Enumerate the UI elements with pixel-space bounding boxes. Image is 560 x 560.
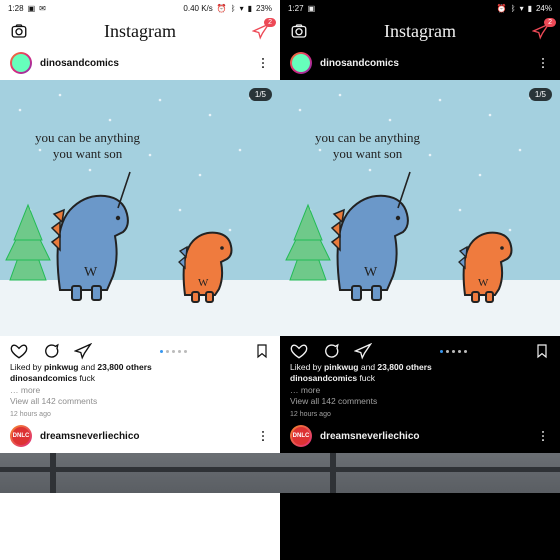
post-age: 12 hours ago bbox=[10, 410, 270, 419]
post-header[interactable]: dinosandcomics bbox=[280, 46, 560, 80]
next-post-header[interactable]: DNLC dreamsneverliechico bbox=[280, 419, 560, 453]
alarm-icon: ⏰ bbox=[217, 4, 227, 13]
save-button[interactable] bbox=[254, 342, 270, 360]
bluetooth-icon: ᛒ bbox=[511, 4, 516, 13]
status-mail-icon: ✉ bbox=[39, 4, 46, 13]
status-bar: 1:28 ▣ ✉ 0.40 K/s ⏰ ᛒ ▾ ▮ 23% bbox=[0, 0, 280, 16]
post-meta: Liked by pinkwug and 23,800 others dinos… bbox=[0, 362, 280, 419]
like-button[interactable] bbox=[10, 342, 28, 360]
post-header[interactable]: dinosandcomics bbox=[0, 46, 280, 80]
battery-pct: 24% bbox=[536, 4, 552, 13]
svg-text:W: W bbox=[364, 265, 378, 280]
status-notif-icon: ▣ bbox=[308, 4, 316, 13]
more-link[interactable]: … more bbox=[10, 385, 270, 396]
post-more-icon[interactable] bbox=[536, 56, 550, 70]
svg-text:W: W bbox=[198, 277, 209, 289]
carousel-counter: 1/5 bbox=[529, 88, 552, 101]
status-notif-icon: ▣ bbox=[28, 4, 36, 13]
author-avatar[interactable] bbox=[10, 52, 32, 74]
likes-line[interactable]: Liked by pinkwug and 23,800 others bbox=[10, 362, 270, 373]
alarm-icon: ⏰ bbox=[497, 4, 507, 13]
camera-icon[interactable] bbox=[290, 22, 308, 40]
brand-logo[interactable]: Instagram bbox=[104, 21, 176, 42]
comic-text: you can be anythingyou want son bbox=[315, 130, 420, 161]
author-username[interactable]: dinosandcomics bbox=[320, 58, 528, 69]
view-comments-link[interactable]: View all 142 comments bbox=[290, 396, 550, 407]
like-button[interactable] bbox=[290, 342, 308, 360]
carousel-dots[interactable] bbox=[440, 350, 467, 353]
comic-text: you can be anythingyou want son bbox=[35, 130, 140, 161]
comment-button[interactable] bbox=[322, 342, 340, 360]
next-author-avatar[interactable]: DNLC bbox=[290, 425, 312, 447]
top-bar: Instagram 2 bbox=[280, 16, 560, 46]
status-time: 1:27 bbox=[288, 4, 304, 13]
next-post-more-icon[interactable] bbox=[536, 429, 550, 443]
share-button[interactable] bbox=[354, 342, 372, 360]
brand-logo[interactable]: Instagram bbox=[384, 21, 456, 42]
next-post-media-peek[interactable] bbox=[0, 453, 280, 493]
more-link[interactable]: … more bbox=[290, 385, 550, 396]
next-post-more-icon[interactable] bbox=[256, 429, 270, 443]
wifi-icon: ▾ bbox=[520, 4, 524, 13]
svg-text:W: W bbox=[84, 265, 98, 280]
carousel-counter: 1/5 bbox=[249, 88, 272, 101]
caption-line[interactable]: dinosandcomics fuck bbox=[290, 373, 550, 384]
next-post-header[interactable]: DNLC dreamsneverliechico bbox=[0, 419, 280, 453]
camera-icon[interactable] bbox=[10, 22, 28, 40]
next-post-media-peek[interactable] bbox=[280, 453, 560, 493]
caption-line[interactable]: dinosandcomics fuck bbox=[10, 373, 270, 384]
post-age: 12 hours ago bbox=[290, 410, 550, 419]
signal-icon: ▮ bbox=[528, 4, 532, 13]
wifi-icon: ▾ bbox=[240, 4, 244, 13]
dm-button[interactable]: 2 bbox=[532, 22, 550, 40]
next-author-username[interactable]: dreamsneverliechico bbox=[40, 431, 248, 442]
view-comments-link[interactable]: View all 142 comments bbox=[10, 396, 270, 407]
top-bar: Instagram 2 bbox=[0, 16, 280, 46]
dm-button[interactable]: 2 bbox=[252, 22, 270, 40]
status-time: 1:28 bbox=[8, 4, 24, 13]
status-bar: 1:27 ▣ ⏰ ᛒ ▾ ▮ 24% bbox=[280, 0, 560, 16]
battery-pct: 23% bbox=[256, 4, 272, 13]
comment-button[interactable] bbox=[42, 342, 60, 360]
post-media[interactable]: W W you can be anythingyou want son 1/5 bbox=[0, 80, 280, 336]
save-button[interactable] bbox=[534, 342, 550, 360]
carousel-dots[interactable] bbox=[160, 350, 187, 353]
post-media[interactable]: W W you can be anythingyou want son 1/5 bbox=[280, 80, 560, 336]
author-avatar[interactable] bbox=[290, 52, 312, 74]
app-light-mode: 1:28 ▣ ✉ 0.40 K/s ⏰ ᛒ ▾ ▮ 23% Instagram … bbox=[0, 0, 280, 560]
action-bar bbox=[280, 336, 560, 362]
likes-line[interactable]: Liked by pinkwug and 23,800 others bbox=[290, 362, 550, 373]
dm-badge: 2 bbox=[544, 18, 556, 27]
signal-icon: ▮ bbox=[248, 4, 252, 13]
action-bar bbox=[0, 336, 280, 362]
svg-text:W: W bbox=[478, 277, 489, 289]
app-dark-mode: 1:27 ▣ ⏰ ᛒ ▾ ▮ 24% Instagram 2 dinosandc… bbox=[280, 0, 560, 560]
status-net-speed: 0.40 K/s bbox=[183, 4, 212, 13]
next-author-avatar[interactable]: DNLC bbox=[10, 425, 32, 447]
author-username[interactable]: dinosandcomics bbox=[40, 58, 248, 69]
dm-badge: 2 bbox=[264, 18, 276, 27]
bluetooth-icon: ᛒ bbox=[231, 4, 236, 13]
post-more-icon[interactable] bbox=[256, 56, 270, 70]
share-button[interactable] bbox=[74, 342, 92, 360]
post-meta: Liked by pinkwug and 23,800 others dinos… bbox=[280, 362, 560, 419]
next-author-username[interactable]: dreamsneverliechico bbox=[320, 431, 528, 442]
